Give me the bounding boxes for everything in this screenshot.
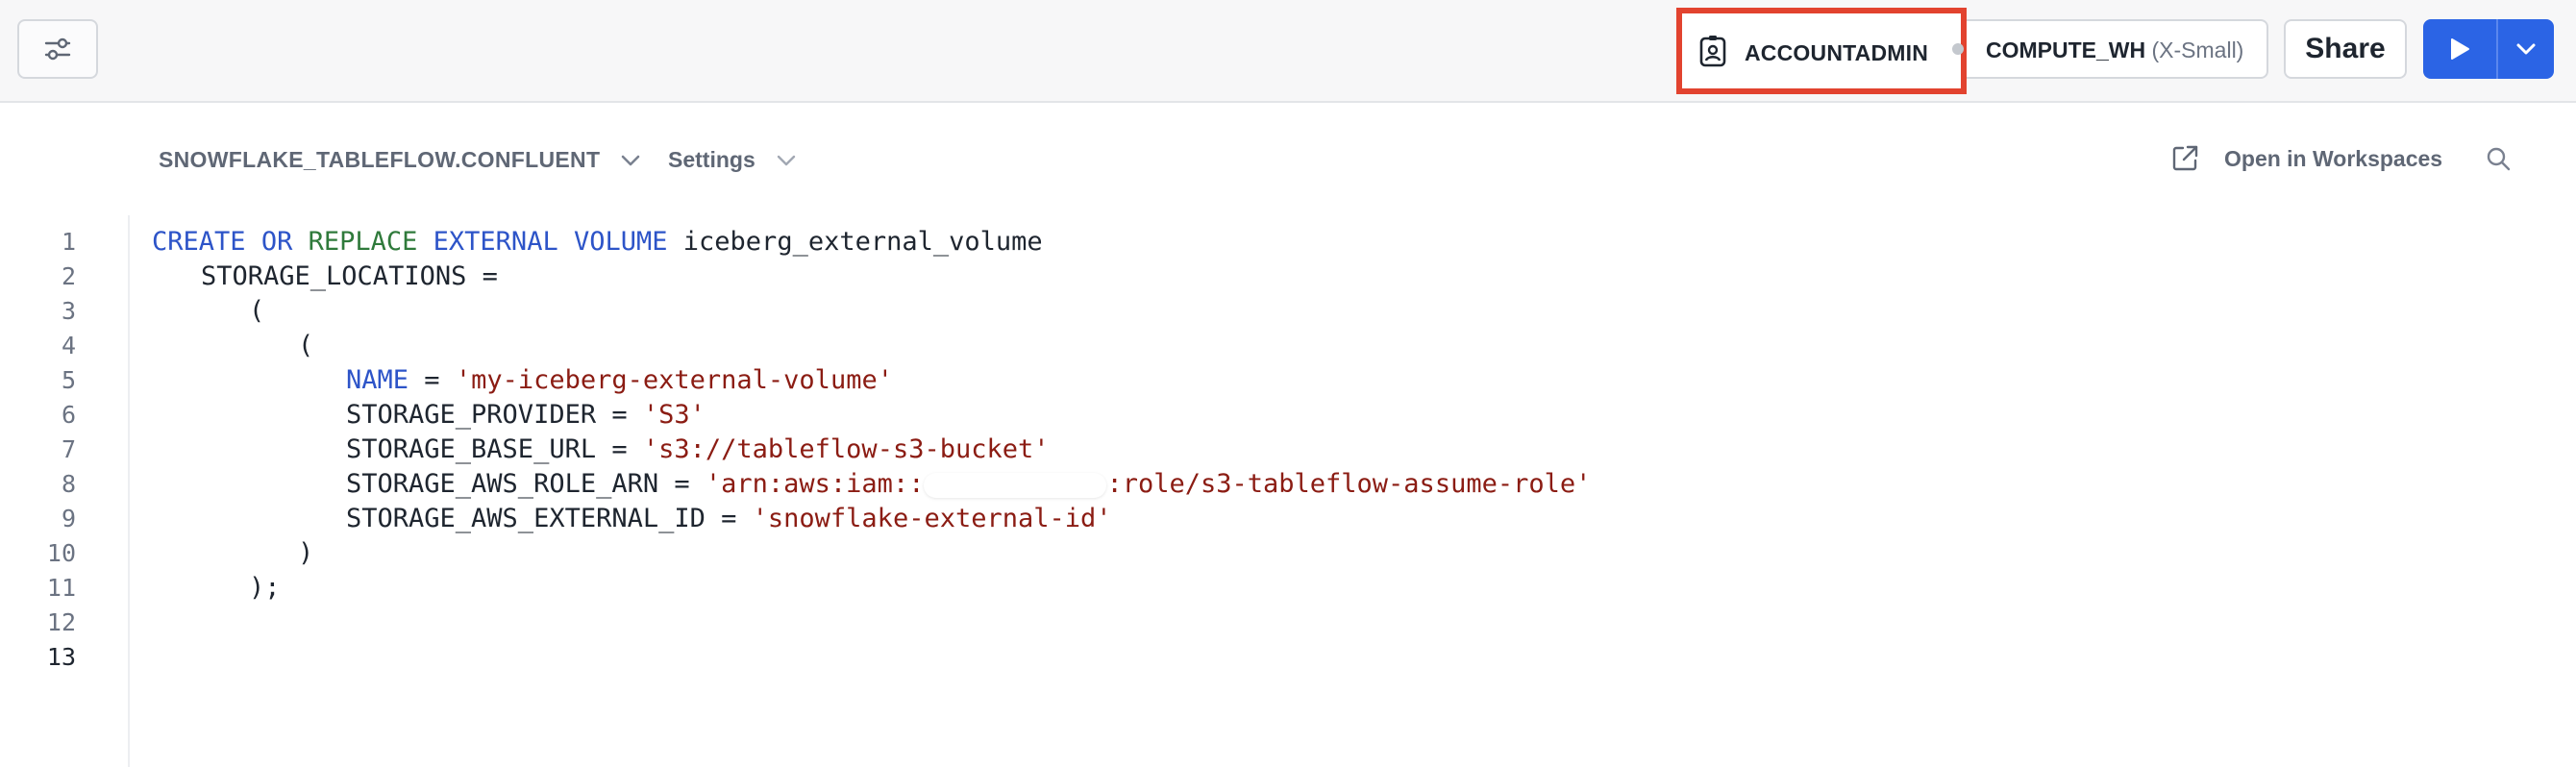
role-label: ACCOUNTADMIN [1745, 40, 1929, 65]
property-key: STORAGE_AWS_EXTERNAL_ID = [346, 504, 753, 533]
code-line-9: STORAGE_AWS_EXTERNAL_ID = 'snowflake-ext… [346, 502, 1112, 536]
string-literal: 'my-iceberg-external-volume' [455, 365, 893, 395]
code-line-5: NAME = 'my-iceberg-external-volume' [346, 363, 893, 398]
operator: = [409, 365, 456, 395]
external-link-icon [2172, 145, 2198, 171]
sliders-icon [44, 37, 71, 61]
line-number-active: 13 [46, 643, 76, 671]
run-options-button[interactable] [2498, 19, 2554, 79]
code-line-3: ( [249, 296, 265, 326]
string-literal: 'snowflake-external-id' [752, 504, 1112, 533]
line-number-gutter: 1 2 3 4 5 6 7 8 9 10 11 12 13 [0, 215, 130, 767]
line-number: 6 [61, 401, 76, 429]
keyword: EXTERNAL [433, 227, 558, 257]
line-number: 3 [61, 297, 76, 325]
string-literal: :role/s3-tableflow-assume-role' [1106, 469, 1592, 499]
share-button[interactable]: Share [2284, 19, 2407, 79]
line-number: 12 [46, 608, 76, 636]
line-number: 2 [61, 262, 76, 290]
code-line-7: STORAGE_BASE_URL = 's3://tableflow-s3-bu… [346, 433, 1050, 467]
code-line-8: STORAGE_AWS_ROLE_ARN = 'arn:aws:iam:::ro… [346, 467, 1591, 502]
line-number: 4 [61, 332, 76, 359]
code-line-6: STORAGE_PROVIDER = 'S3' [346, 398, 706, 433]
line-number: 11 [46, 574, 76, 602]
chevron-down-icon [621, 155, 640, 165]
property-key: STORAGE_BASE_URL = [346, 434, 643, 464]
keyword: CREATE [152, 227, 246, 257]
database-schema-label: SNOWFLAKE_TABLEFLOW.CONFLUENT [159, 147, 601, 172]
chip-separator [1952, 43, 1964, 55]
play-icon [2451, 38, 2469, 60]
line-number: 9 [61, 505, 76, 532]
settings-label: Settings [668, 147, 755, 172]
code-line-2: STORAGE_LOCATIONS = [201, 261, 498, 291]
identifier: iceberg_external_volume [682, 227, 1043, 257]
top-toolbar: ACCOUNTADMIN COMPUTE_WH (X-Small) Share [0, 0, 2576, 103]
redacted-account-id [924, 472, 1107, 498]
line-number: 5 [61, 366, 76, 394]
warehouse-selector[interactable]: COMPUTE_WH (X-Small) [1967, 19, 2268, 79]
string-literal: 'arn:aws:iam:: [705, 469, 925, 499]
line-number: 8 [61, 470, 76, 498]
keyword: VOLUME [573, 227, 668, 257]
line-number: 10 [46, 539, 76, 567]
code-line-1: CREATE OR REPLACE EXTERNAL VOLUME iceber… [152, 225, 1043, 260]
keyword: REPLACE [308, 227, 418, 257]
property-key: STORAGE_PROVIDER = [346, 400, 643, 430]
role-selector[interactable]: ACCOUNTADMIN [1676, 8, 1967, 94]
database-schema-selector[interactable]: SNOWFLAKE_TABLEFLOW.CONFLUENT [159, 147, 640, 173]
open-in-workspaces-label: Open in Workspaces [2224, 145, 2443, 171]
run-button-group [2423, 19, 2554, 79]
warehouse-size: (X-Small) [2151, 37, 2244, 62]
string-literal: 'S3' [642, 400, 706, 430]
chevron-down-icon [777, 155, 795, 165]
search-icon [2487, 147, 2511, 171]
filter-button[interactable] [17, 19, 98, 79]
property-key: STORAGE_AWS_ROLE_ARN = [346, 469, 706, 499]
run-button[interactable] [2423, 19, 2496, 79]
code-line-11: ); [249, 573, 281, 603]
warehouse-label-wrap: COMPUTE_WH (X-Small) [1986, 37, 2243, 63]
line-number: 7 [61, 435, 76, 463]
chevron-down-icon [2516, 43, 2536, 55]
settings-dropdown[interactable]: Settings [668, 147, 796, 173]
code-line-10: ) [298, 538, 314, 568]
code-line-4: ( [298, 331, 314, 360]
string-literal: 's3://tableflow-s3-bucket' [642, 434, 1050, 464]
line-number: 1 [61, 228, 76, 256]
search-button[interactable] [2485, 145, 2512, 177]
keyword: NAME [346, 365, 409, 395]
warehouse-label: COMPUTE_WH [1986, 37, 2146, 62]
id-badge-icon [1699, 35, 1726, 72]
keyword: OR [260, 227, 293, 257]
open-in-workspaces-link[interactable]: Open in Workspaces [2170, 144, 2442, 173]
